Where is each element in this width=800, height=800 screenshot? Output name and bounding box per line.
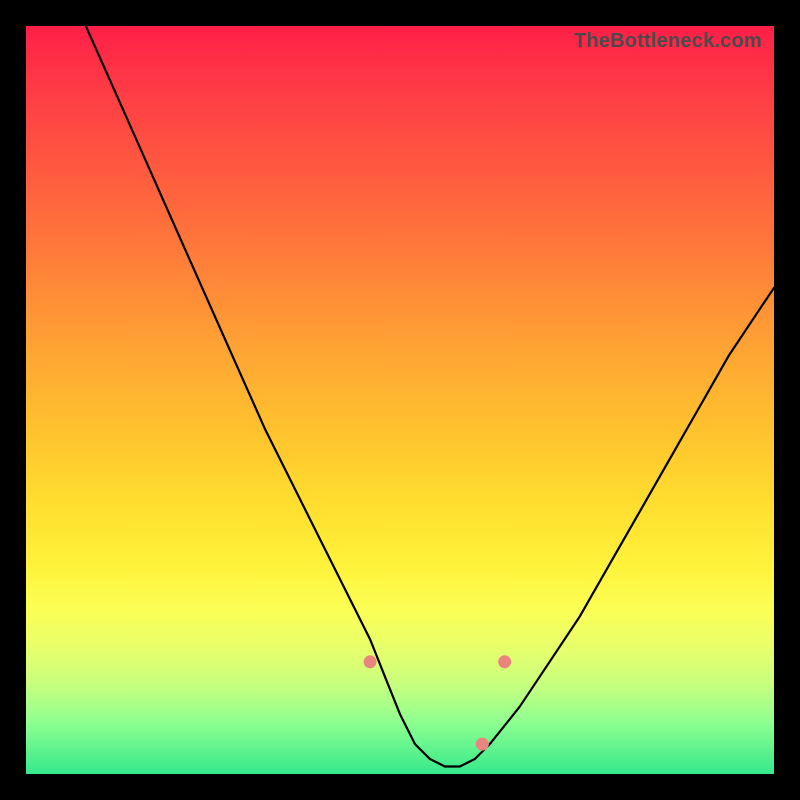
- bead-right-3: [499, 656, 511, 668]
- bead-right-4: [508, 618, 517, 631]
- bead-left-2: [364, 656, 376, 668]
- chart-frame: TheBottleneck.com: [0, 0, 800, 800]
- bead-right-1: [476, 738, 488, 750]
- bead-left-3: [382, 692, 389, 707]
- chart-svg: [26, 26, 774, 774]
- bottleneck-curve: [86, 26, 774, 767]
- bead-right-2: [493, 693, 502, 706]
- curve-markers: [352, 617, 517, 759]
- bead-left-1: [352, 617, 359, 632]
- plot-area: TheBottleneck.com: [26, 26, 774, 774]
